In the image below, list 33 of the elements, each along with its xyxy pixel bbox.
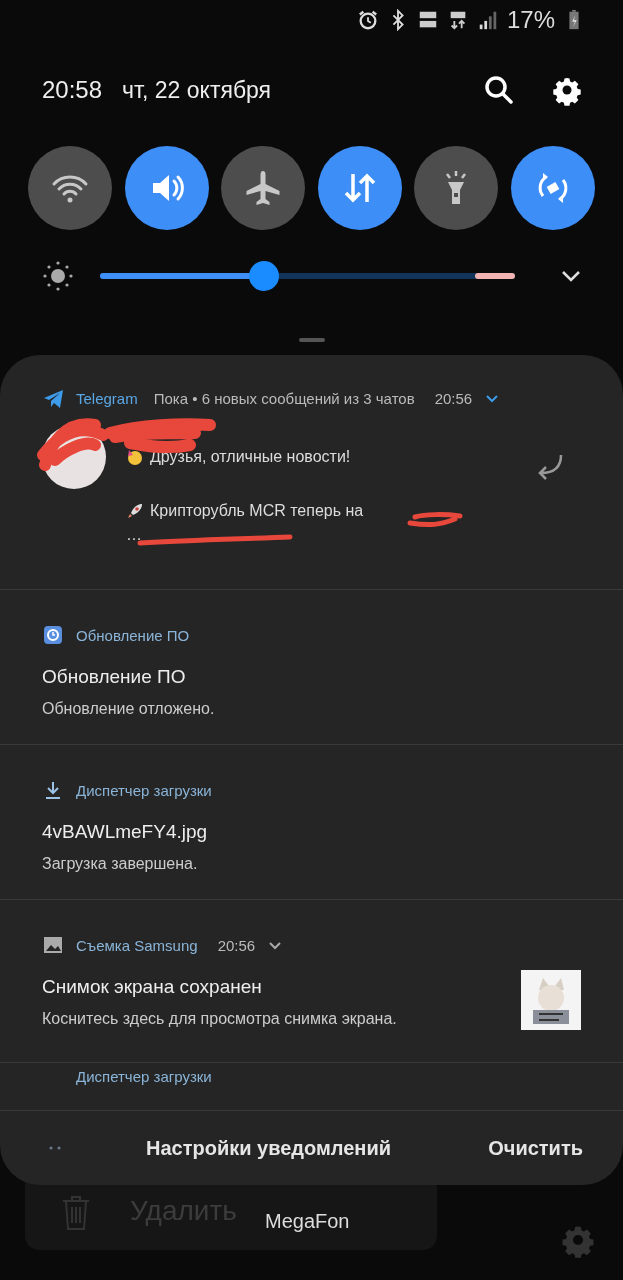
telegram-icon — [42, 387, 64, 409]
clock-badge-icon — [42, 624, 64, 646]
message-text: Крипторубль MCR теперь на — [150, 502, 364, 520]
carrier-name: MegaFon — [265, 1210, 350, 1233]
app-name: Обновление ПО — [76, 626, 190, 644]
app-name: Диспетчер загрузки — [76, 1067, 212, 1085]
message-text: … — [126, 526, 142, 544]
notification-settings-button[interactable]: Настройки уведомлений — [146, 1132, 479, 1164]
app-name: Съемка Samsung — [76, 936, 198, 954]
notification-time: 20:56 — [217, 936, 256, 954]
alarm-icon — [356, 9, 379, 31]
battery-percentage: 17% — [506, 6, 555, 34]
dots-icon — [48, 1145, 62, 1151]
message-text: Друзья, отличные новости! — [150, 448, 351, 466]
rocket-icon — [126, 502, 144, 520]
notification-time: 20:56 — [434, 389, 473, 407]
app-name: Диспетчер загрузки — [76, 781, 212, 799]
search-icon[interactable] — [483, 74, 515, 106]
date-label: чт, 22 октября — [122, 76, 273, 104]
image-icon — [42, 934, 64, 956]
drag-handle[interactable] — [298, 338, 325, 342]
party-face-icon — [126, 448, 144, 466]
notification-text: Коснитесь здесь для просмотра снимка экрана. — [42, 1010, 398, 1028]
slider-thumb[interactable] — [248, 261, 279, 291]
app-name: Telegram — [76, 389, 138, 407]
notification-title: Обновление ПО — [42, 666, 187, 688]
notification-text: Загрузка завершена. — [42, 855, 199, 873]
notification-title: 4vBAWLmeFY4.jpg — [42, 821, 209, 843]
clock-time: 20:58 — [42, 76, 103, 104]
notification-title: Снимок экрана сохранен — [42, 976, 263, 998]
notification-text: Обновление отложено. — [42, 700, 216, 718]
notification-summary: Пока • 6 новых сообщений из 3 чатов — [153, 389, 415, 407]
clear-button[interactable]: Очистить — [488, 1132, 583, 1164]
